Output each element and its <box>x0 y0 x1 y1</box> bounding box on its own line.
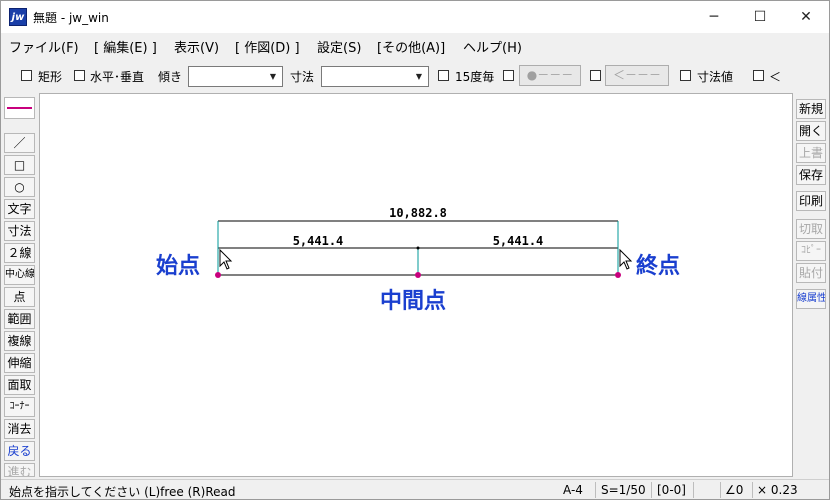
window-title: 無題 - jw_win <box>33 11 109 25</box>
lt-checkbox[interactable] <box>753 70 764 81</box>
tool-chamfer[interactable]: 面取 <box>4 375 35 395</box>
status-separator <box>651 482 652 498</box>
line-attr-button[interactable]: 線属性 <box>796 289 826 309</box>
menu-view[interactable]: 表示(V) <box>174 37 219 56</box>
start-point <box>215 272 221 278</box>
deg15-label: 15度毎 <box>455 70 495 84</box>
title-bar: jw 無題 - jw_win ─ ☐ ✕ <box>1 1 829 33</box>
dim-label: 寸法 <box>290 70 315 84</box>
tool-redo[interactable]: 進む <box>4 463 35 477</box>
arrow-line-button[interactable]: ＜－－－ <box>605 65 669 86</box>
mid-point <box>415 272 421 278</box>
mid-point-label: 中間点 <box>380 288 446 314</box>
status-bar: 始点を指示してください (L)free (R)Read A-4 S=1/50 [… <box>1 479 829 499</box>
menu-settings[interactable]: 設定(S) <box>317 37 361 56</box>
tool-point[interactable]: 点 <box>4 287 35 307</box>
tool-corner[interactable]: ｺｰﾅｰ <box>4 397 35 417</box>
tool-erase[interactable]: 消去 <box>4 419 35 439</box>
end-point-label: 終点 <box>636 253 680 279</box>
right-toolbar: 新規 開く 上書 保存 印刷 切取 ｺﾋﾟｰ 貼付 線属性 <box>793 93 829 477</box>
half-dim-left-text: 5,441.4 <box>293 234 344 248</box>
tool-range[interactable]: 範囲 <box>4 309 35 329</box>
tool-rect[interactable]: □ <box>4 155 35 175</box>
status-separator <box>595 482 596 498</box>
maximize-button[interactable]: ☐ <box>737 1 783 33</box>
cursor-pointer-icon <box>219 248 233 270</box>
line-style-indicator[interactable] <box>4 97 35 119</box>
start-point-label: 始点 <box>156 253 200 279</box>
dot-line-checkbox[interactable] <box>503 70 514 81</box>
menu-bar: ファイル(F) [ 編集(E) ] 表示(V) [ 作図(D) ] 設定(S) … <box>1 33 829 57</box>
dim-combo[interactable]: ▼ <box>321 66 429 87</box>
half-dim-right-text: 5,441.4 <box>493 234 544 248</box>
tool-center-line[interactable]: 中心線 <box>4 265 35 285</box>
end-point <box>615 272 621 278</box>
control-bar: 矩形 水平･垂直 傾き ▼ 寸法 ▼ 15度毎 ●－－－ ＜－－－ 寸法値 ＜ <box>1 63 829 89</box>
lt-label: ＜ <box>769 70 782 84</box>
tool-stretch[interactable]: 伸縮 <box>4 353 35 373</box>
tool-text[interactable]: 文字 <box>4 199 35 219</box>
status-separator <box>693 482 694 498</box>
overwrite-button[interactable]: 上書 <box>796 143 826 163</box>
menu-edit[interactable]: [ 編集(E) ] <box>94 37 157 56</box>
tilt-label: 傾き <box>158 70 183 84</box>
scale-field[interactable]: S=1/50 <box>601 483 646 497</box>
layer-field[interactable]: [0-0] <box>657 483 686 497</box>
tool-offset[interactable]: 複線 <box>4 331 35 351</box>
menu-help[interactable]: ヘルプ(H) <box>463 37 522 56</box>
menu-other[interactable]: [その他(A)] <box>377 37 445 56</box>
copy-button[interactable]: ｺﾋﾟｰ <box>796 241 826 261</box>
ratio-field[interactable]: × 0.23 <box>757 483 798 497</box>
angle-field[interactable]: ∠0 <box>725 483 743 497</box>
menu-file[interactable]: ファイル(F) <box>9 37 79 56</box>
deg15-checkbox[interactable] <box>438 70 449 81</box>
tool-undo[interactable]: 戻る <box>4 441 35 461</box>
cursor-pointer-icon <box>619 248 633 270</box>
dot-line-button[interactable]: ●－－－ <box>519 65 581 86</box>
hv-label: 水平･垂直 <box>90 70 145 84</box>
menu-draw[interactable]: [ 作図(D) ] <box>235 37 300 56</box>
rect-checkbox[interactable] <box>21 70 32 81</box>
tilt-combo[interactable]: ▼ <box>188 66 283 87</box>
mid-dim-point <box>416 246 420 250</box>
chevron-down-icon: ▼ <box>415 72 423 81</box>
tool-dimension[interactable]: 寸法 <box>4 221 35 241</box>
print-button[interactable]: 印刷 <box>796 191 826 211</box>
total-dim-text: 10,882.8 <box>389 206 447 220</box>
jw-app-icon: jw <box>9 8 27 26</box>
save-button[interactable]: 保存 <box>796 165 826 185</box>
new-button[interactable]: 新規 <box>796 99 826 119</box>
close-button[interactable]: ✕ <box>783 1 829 33</box>
status-separator <box>720 482 721 498</box>
dim-value-label: 寸法値 <box>697 70 734 84</box>
open-button[interactable]: 開く <box>796 121 826 141</box>
tool-line[interactable]: ／ <box>4 133 35 153</box>
hv-checkbox[interactable] <box>74 70 85 81</box>
minimize-button[interactable]: ─ <box>691 1 737 33</box>
chevron-down-icon: ▼ <box>269 72 277 81</box>
arrow-line-checkbox[interactable] <box>590 70 601 81</box>
cut-button[interactable]: 切取 <box>796 219 826 239</box>
status-message: 始点を指示してください (L)free (R)Read <box>9 485 236 499</box>
tool-double-line[interactable]: ２線 <box>4 243 35 263</box>
rect-label: 矩形 <box>38 70 63 84</box>
dim-value-checkbox[interactable] <box>680 70 691 81</box>
paste-button[interactable]: 貼付 <box>796 263 826 283</box>
drawing-svg: 10,882.8 5,441.4 5,441.4 始点 中間点 終点 <box>156 206 680 314</box>
app-window: jw 無題 - jw_win ─ ☐ ✕ ファイル(F) [ 編集(E) ] 表… <box>0 0 830 500</box>
status-separator <box>752 482 753 498</box>
left-toolbar: ／ □ ○ 文字 寸法 ２線 中心線 点 範囲 複線 伸縮 面取 ｺｰﾅｰ 消去… <box>1 93 39 477</box>
tool-circle[interactable]: ○ <box>4 177 35 197</box>
line-color-swatch <box>7 107 32 109</box>
drawing-canvas[interactable]: 10,882.8 5,441.4 5,441.4 始点 中間点 終点 <box>39 93 793 477</box>
paper-size[interactable]: A-4 <box>563 483 583 497</box>
